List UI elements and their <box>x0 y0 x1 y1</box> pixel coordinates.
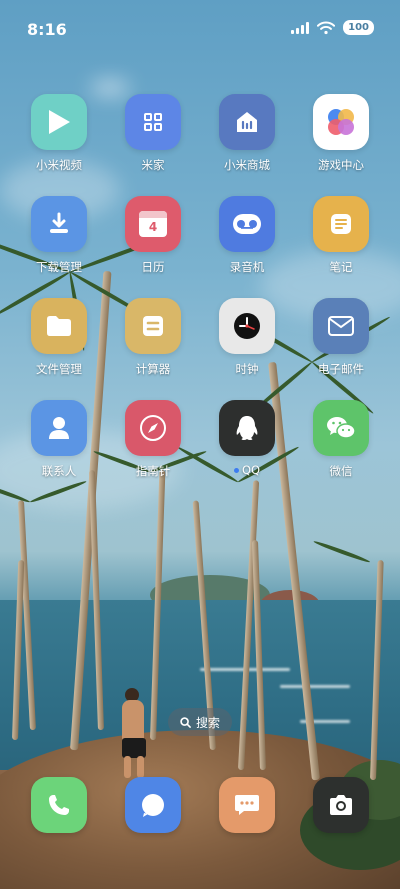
app-downloads[interactable]: 下载管理 <box>12 196 106 275</box>
phone-icon <box>49 795 69 815</box>
app-label: 指南针 <box>135 464 171 478</box>
app-qq[interactable]: QQ <box>200 400 294 477</box>
app-file-manager[interactable]: 文件管理 <box>12 298 106 377</box>
game-dots-icon <box>313 94 369 150</box>
search-button[interactable]: 搜索 <box>168 708 232 736</box>
notes-icon <box>313 196 369 252</box>
grid-icon <box>125 94 181 150</box>
app-contacts[interactable]: 联系人 <box>12 400 106 479</box>
signal-icon <box>291 21 310 34</box>
app-label: 笔记 <box>329 260 353 274</box>
app-label: 米家 <box>141 158 165 172</box>
wifi-icon <box>317 21 336 34</box>
download-icon <box>31 196 87 252</box>
app-label: 文件管理 <box>36 362 82 376</box>
dock-phone[interactable] <box>31 777 87 833</box>
contact-icon <box>31 400 87 456</box>
app-label: 时钟 <box>235 362 259 376</box>
app-calculator[interactable]: 计算器 <box>106 298 200 377</box>
app-label: 电子邮件 <box>318 362 364 376</box>
calendar-day: 4 <box>148 220 158 234</box>
app-calendar[interactable]: 4 日历 <box>106 196 200 275</box>
app-label: 游戏中心 <box>318 158 364 172</box>
app-label: QQ <box>200 463 294 477</box>
calculator-icon <box>125 298 181 354</box>
app-mijia[interactable]: 米家 <box>106 94 200 173</box>
mail-icon <box>313 298 369 354</box>
app-mi-store[interactable]: 小米商城 <box>200 94 294 173</box>
message-icon <box>235 795 259 815</box>
app-game-center[interactable]: 游戏中心 <box>294 94 388 173</box>
status-bar: 8:16 100 <box>0 0 400 56</box>
app-recorder[interactable]: 录音机 <box>200 196 294 275</box>
dock-camera[interactable] <box>313 777 369 833</box>
battery-indicator: 100 <box>343 20 374 35</box>
app-label: 小米视频 <box>36 158 82 172</box>
app-label: 小米商城 <box>224 158 270 172</box>
qq-penguin-icon <box>219 400 275 456</box>
play-icon <box>31 94 87 150</box>
app-label: 计算器 <box>135 362 171 376</box>
search-icon <box>180 716 191 728</box>
dock-messages[interactable] <box>219 777 275 833</box>
app-mi-video[interactable]: 小米视频 <box>12 94 106 173</box>
clock-icon <box>219 298 275 354</box>
app-label: 日历 <box>141 260 165 274</box>
app-notes[interactable]: 笔记 <box>294 196 388 275</box>
app-label: 录音机 <box>229 260 265 274</box>
app-label-text: QQ <box>241 463 261 477</box>
mi-store-icon <box>219 94 275 150</box>
app-clock[interactable]: 时钟 <box>200 298 294 377</box>
app-label: 微信 <box>329 464 353 478</box>
app-label: 下载管理 <box>36 260 82 274</box>
status-time: 8:16 <box>27 20 67 39</box>
browser-bubble-icon <box>142 794 164 817</box>
compass-icon <box>125 400 181 456</box>
app-email[interactable]: 电子邮件 <box>294 298 388 377</box>
app-label: 联系人 <box>41 464 77 478</box>
wechat-icon <box>313 400 369 456</box>
app-wechat[interactable]: 微信 <box>294 400 388 479</box>
app-compass[interactable]: 指南针 <box>106 400 200 479</box>
camera-icon <box>330 795 352 815</box>
dock-browser[interactable] <box>125 777 181 833</box>
folder-icon <box>31 298 87 354</box>
search-label: 搜索 <box>195 715 220 730</box>
calendar-icon: 4 <box>125 196 181 252</box>
new-install-dot <box>233 468 239 473</box>
recorder-icon <box>219 196 275 252</box>
